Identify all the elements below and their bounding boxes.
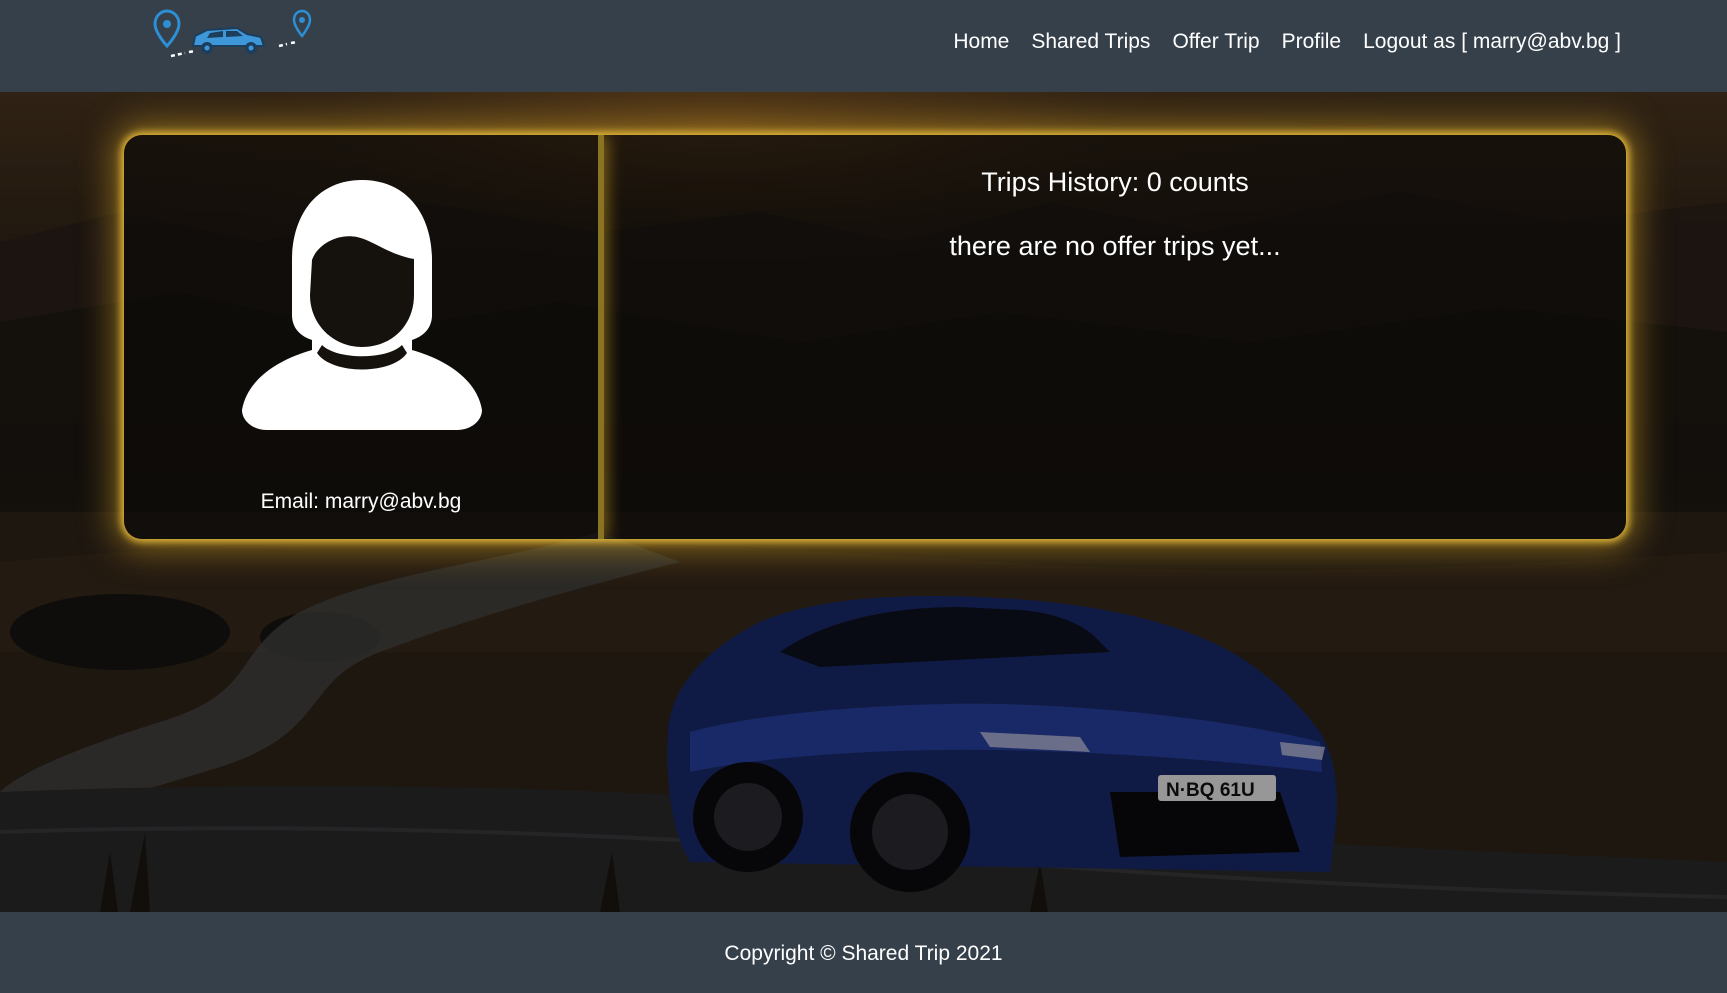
profile-info-panel: Email: marry@abv.bg	[124, 135, 604, 539]
car-trip-logo-icon[interactable]	[135, 6, 320, 68]
nav-links: Home Shared Trips Offer Trip Profile Log…	[953, 30, 1621, 54]
copyright-text: Copyright © Shared Trip 2021	[724, 942, 1003, 965]
trips-history-panel: Trips History: 0 counts there are no off…	[604, 135, 1626, 539]
navbar: Home Shared Trips Offer Trip Profile Log…	[0, 0, 1727, 92]
female-user-avatar-icon	[242, 175, 482, 430]
nav-link-home[interactable]: Home	[953, 30, 1009, 54]
profile-email: Email: marry@abv.bg	[260, 490, 462, 513]
footer: Copyright © Shared Trip 2021	[0, 912, 1727, 993]
nav-link-offer-trip[interactable]: Offer Trip	[1172, 30, 1259, 54]
trips-history-title: Trips History: 0 counts	[981, 167, 1249, 197]
nav-link-logout[interactable]: Logout as [ marry@abv.bg ]	[1363, 30, 1621, 54]
profile-card: Email: marry@abv.bg Trips History: 0 cou…	[124, 135, 1626, 539]
hero-background: N·BQ 61U Email: marry@abv.bg Trips Histo…	[0, 92, 1727, 912]
nav-link-shared-trips[interactable]: Shared Trips	[1031, 30, 1150, 54]
no-trips-message: there are no offer trips yet...	[949, 231, 1281, 261]
nav-link-profile[interactable]: Profile	[1282, 30, 1342, 54]
